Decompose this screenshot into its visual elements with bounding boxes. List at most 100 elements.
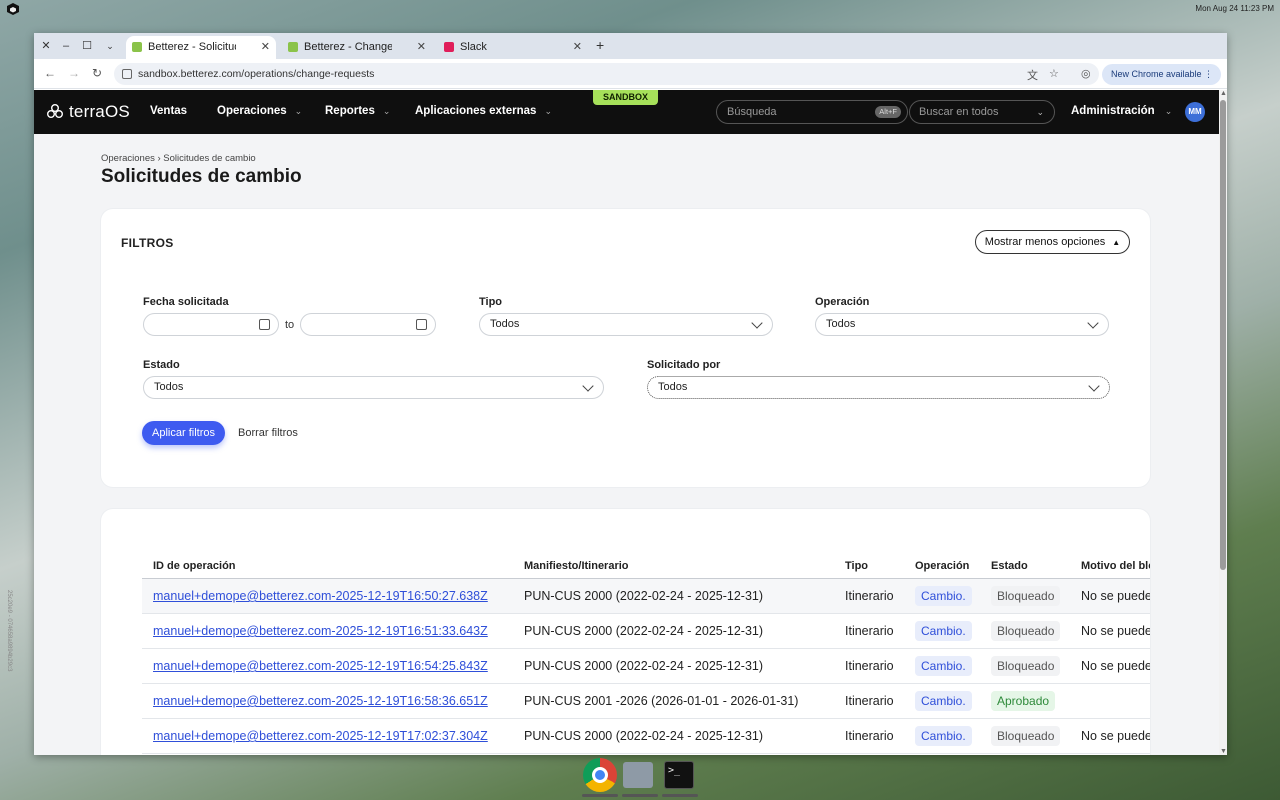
scroll-up-icon[interactable]: ▲ [1220,90,1227,97]
table-row[interactable]: manuel+demope@betterez.com-2025-12-19T16… [142,684,1150,719]
tab-solicitudes[interactable]: Betterez - Solicitudes de cambio ✕ [126,36,276,59]
header-type[interactable]: Tipo [845,560,868,572]
toggle-options-button[interactable]: Mostrar menos opciones ▲ [975,230,1130,254]
operacion-label: Operación [815,296,870,308]
nav-reportes[interactable]: Reportes ⌄ [325,105,390,117]
slack-favicon-icon [444,42,454,52]
reload-icon[interactable]: ↻ [89,66,105,80]
solicitado-select[interactable]: Todos [647,376,1110,399]
scroll-thumb[interactable] [1220,100,1226,570]
virtual-machine-app-icon[interactable] [623,762,653,788]
search-input[interactable]: Búsqueda Alt+F [716,100,908,124]
operation-badge: Cambio. [915,656,972,676]
fecha-from-field[interactable] [143,313,279,336]
minimize-window-icon[interactable]: – [58,38,74,54]
menu-dots-icon[interactable]: ⋮ [1204,64,1213,85]
dock-indicator [622,794,658,797]
table-row[interactable]: manuel+demope@betterez.com-2025-12-19T16… [142,579,1150,614]
chevron-down-icon [1087,317,1099,329]
operation-id-link[interactable]: manuel+demope@betterez.com-2025-12-19T16… [153,694,488,708]
cell-manifest: PUN-CUS 2001 -2026 (2026-01-01 - 2026-01… [524,694,799,708]
filters-card: FILTROS Mostrar menos opciones ▲ Fecha s… [101,209,1150,487]
bookmark-star-icon[interactable]: ☆ [1049,67,1059,80]
header-status[interactable]: Estado [991,560,1028,572]
search-scope-select[interactable]: Buscar en todos ⌄ [909,100,1055,124]
chrome-app-icon[interactable] [583,758,617,792]
nav-aplicaciones-externas[interactable]: Aplicaciones externas ⌄ [415,105,552,117]
operation-id-link[interactable]: manuel+demope@betterez.com-2025-12-19T17… [153,729,488,743]
nav-operaciones[interactable]: Operaciones ⌄ [217,105,302,117]
shortcut-badge: Alt+F [875,106,901,118]
browser-window: ✕ – ☐ ⌄ Betterez - Solicitudes de cambio… [34,33,1227,755]
close-window-icon[interactable]: ✕ [38,38,54,54]
chevron-down-icon [751,317,763,329]
back-icon[interactable]: ← [42,66,58,80]
page-scrollbar[interactable]: ▲ ▼ [1219,90,1227,755]
chevron-down-icon: ⌄ [1164,106,1173,116]
site-info-icon[interactable] [122,69,132,79]
apply-filters-button[interactable]: Aplicar filtros [142,421,225,445]
tab-slack[interactable]: Slack ✕ [438,36,588,59]
header-manifest[interactable]: Manifiesto/Itinerario [524,560,629,572]
tipo-select[interactable]: Todos [479,313,773,336]
table-row[interactable]: manuel+demope@betterez.com-2025-12-19T16… [142,614,1150,649]
calendar-icon[interactable] [416,319,427,330]
header-operation[interactable]: Operación [915,560,969,572]
chevron-down-icon: ⌄ [294,106,303,116]
new-tab-icon[interactable]: + [596,37,604,53]
operacion-select[interactable]: Todos [815,313,1109,336]
fecha-to-field[interactable] [300,313,436,336]
nav-administracion[interactable]: Administración ⌄ [1071,105,1172,117]
cell-type: Itinerario [845,589,894,603]
table-row[interactable]: manuel+demope@betterez.com-2025-12-19T16… [142,649,1150,684]
translate-icon[interactable]: 文 [1027,67,1038,83]
chevron-down-icon: ⌄ [544,106,552,116]
os-clock[interactable]: Mon Aug 24 11:23 PM [1195,4,1274,13]
filters-title: FILTROS [121,236,174,250]
table-row[interactable]: manuel+demope@betterez.com-2025-12-19T17… [142,719,1150,754]
header-id[interactable]: ID de operación [153,560,236,572]
chevron-down-icon: ⌄ [382,106,391,116]
tab-search-icon[interactable]: ⌄ [102,38,118,54]
dock-indicator [662,794,698,797]
operation-badge: Cambio. [915,691,972,711]
cell-id[interactable]: manuel+demope@betterez.com-2025-12-19T16… [153,694,488,708]
nav-ventas[interactable]: Ventas [150,105,187,117]
close-tab-icon[interactable]: ✕ [417,36,426,58]
os-topbar: Mon Aug 24 11:23 PM [0,0,1280,18]
profile-icon[interactable]: ◎ [1081,67,1091,80]
operation-id-link[interactable]: manuel+demope@betterez.com-2025-12-19T16… [153,624,488,638]
cell-id[interactable]: manuel+demope@betterez.com-2025-12-19T16… [153,589,488,603]
maximize-window-icon[interactable]: ☐ [79,38,95,54]
chevron-down-icon [1088,380,1100,392]
terraos-logo[interactable]: terraOS [46,101,130,123]
breadcrumb[interactable]: Operaciones › Solicitudes de cambio [101,153,256,164]
caret-up-icon: ▲ [1112,238,1121,247]
operation-id-link[interactable]: manuel+demope@betterez.com-2025-12-19T16… [153,659,488,673]
cell-id[interactable]: manuel+demope@betterez.com-2025-12-19T16… [153,659,488,673]
cube-icon[interactable] [6,2,20,16]
clear-filters-button[interactable]: Borrar filtros [238,427,298,439]
cell-manifest: PUN-CUS 2000 (2022-02-24 - 2025-12-31) [524,729,764,743]
terminal-app-icon[interactable]: >_ [664,761,694,789]
new-chrome-button[interactable]: New Chrome available ⋮ [1102,64,1221,85]
cell-reason: No se puede [1081,729,1150,743]
cell-id[interactable]: manuel+demope@betterez.com-2025-12-19T16… [153,624,488,638]
scroll-down-icon[interactable]: ▼ [1220,748,1227,755]
url-field[interactable]: sandbox.betterez.com/operations/change-r… [114,63,1099,85]
dock-indicator [582,794,618,797]
avatar[interactable]: MM [1185,102,1205,122]
operation-badge: Cambio. [915,586,972,606]
forward-icon[interactable]: → [66,66,82,80]
estado-select[interactable]: Todos [143,376,604,399]
cell-id[interactable]: manuel+demope@betterez.com-2025-12-19T17… [153,729,488,743]
tab-change-requests[interactable]: Betterez - Change Requests ✕ [282,36,432,59]
cell-manifest: PUN-CUS 2000 (2022-02-24 - 2025-12-31) [524,624,764,638]
terraos-logo-icon [47,104,63,118]
operation-id-link[interactable]: manuel+demope@betterez.com-2025-12-19T16… [153,589,488,603]
header-reason[interactable]: Motivo del blo [1081,560,1150,572]
close-tab-icon[interactable]: ✕ [261,36,270,58]
status-badge: Aprobado [991,691,1056,711]
calendar-icon[interactable] [259,319,270,330]
close-tab-icon[interactable]: ✕ [573,36,582,58]
